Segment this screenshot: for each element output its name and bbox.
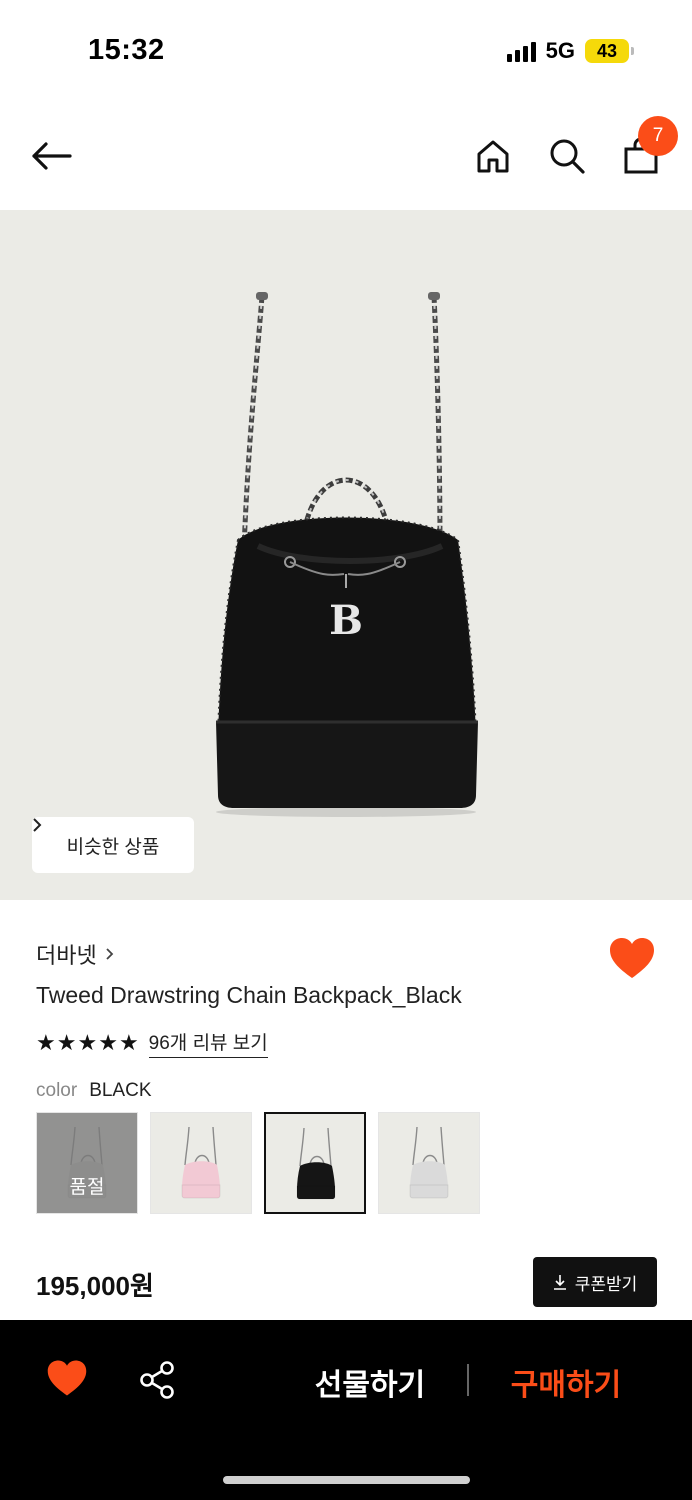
rating-row: ★ ★ ★ ★ ★ 96개 리뷰 보기 [36,1028,268,1058]
home-icon [477,140,509,173]
download-icon [553,1275,566,1290]
bottom-action-bar: 선물하기 구매하기 [0,1320,692,1500]
status-indicators: 5G 43 [506,38,634,64]
backpack-illustration: B [216,292,478,817]
color-row: color BLACK [36,1080,152,1102]
swatch-bag-image [296,1127,336,1200]
buy-button[interactable]: 구매하기 [496,1360,636,1404]
status-bar: 15:32 5G 43 [0,0,692,100]
price: 195,000원 [36,1271,154,1301]
wishlist-button[interactable] [608,936,656,980]
search-button[interactable] [545,134,589,178]
star-icon: ★ [98,1030,118,1055]
battery-level: 43 [585,39,629,63]
brand-name: 더바넷 [36,943,97,968]
color-swatch[interactable]: 품절 [36,1112,138,1214]
coupon-button[interactable]: 쿠폰받기 [533,1257,657,1307]
search-icon [550,139,585,174]
swatch-bag-image [409,1126,449,1199]
battery-icon: 43 [585,39,634,63]
color-label: color [36,1080,78,1101]
color-swatches: 품절 [36,1112,480,1214]
wishlist-bottom-button[interactable] [46,1358,88,1398]
brand-link[interactable]: 더바넷 [36,938,114,970]
color-swatch[interactable] [150,1112,252,1214]
chevron-right-icon [106,948,114,960]
chevron-right-icon [33,818,42,832]
share-icon [140,1361,174,1399]
color-swatch[interactable] [378,1112,480,1214]
rating-stars: ★ ★ ★ ★ ★ [36,1032,139,1054]
color-swatch[interactable] [264,1112,366,1214]
product-name: Tweed Drawstring Chain Backpack_Black [36,982,462,1008]
star-icon: ★ [77,1030,98,1055]
divider [467,1364,469,1396]
cart-count-badge: 7 [638,116,678,156]
network-type: 5G [545,38,575,63]
share-button[interactable] [138,1360,178,1400]
arrow-left-icon [32,142,72,170]
color-value: BLACK [89,1080,152,1101]
home-indicator[interactable] [223,1476,470,1484]
swatch-bag-image [181,1126,221,1199]
similar-products-label: 비슷한 상품 [66,836,160,858]
heart-icon [47,1360,87,1396]
star-icon: ★ [118,1030,139,1055]
product-image[interactable]: B 비슷한 상품 [0,210,692,900]
sold-out-overlay: 품절 [37,1113,137,1213]
similar-products-button[interactable]: 비슷한 상품 [32,817,194,873]
signal-icon [506,40,536,62]
heart-icon [610,938,654,978]
coupon-label: 쿠폰받기 [574,1274,638,1294]
back-button[interactable] [30,134,82,178]
reviews-link[interactable]: 96개 리뷰 보기 [148,1028,268,1058]
star-icon: ★ [36,1030,56,1055]
home-button[interactable] [471,134,515,178]
status-time: 15:32 [88,34,165,66]
star-icon: ★ [56,1030,77,1055]
nav-bar [0,100,692,210]
bag-logo: B [329,597,363,644]
gift-button[interactable]: 선물하기 [300,1360,440,1404]
